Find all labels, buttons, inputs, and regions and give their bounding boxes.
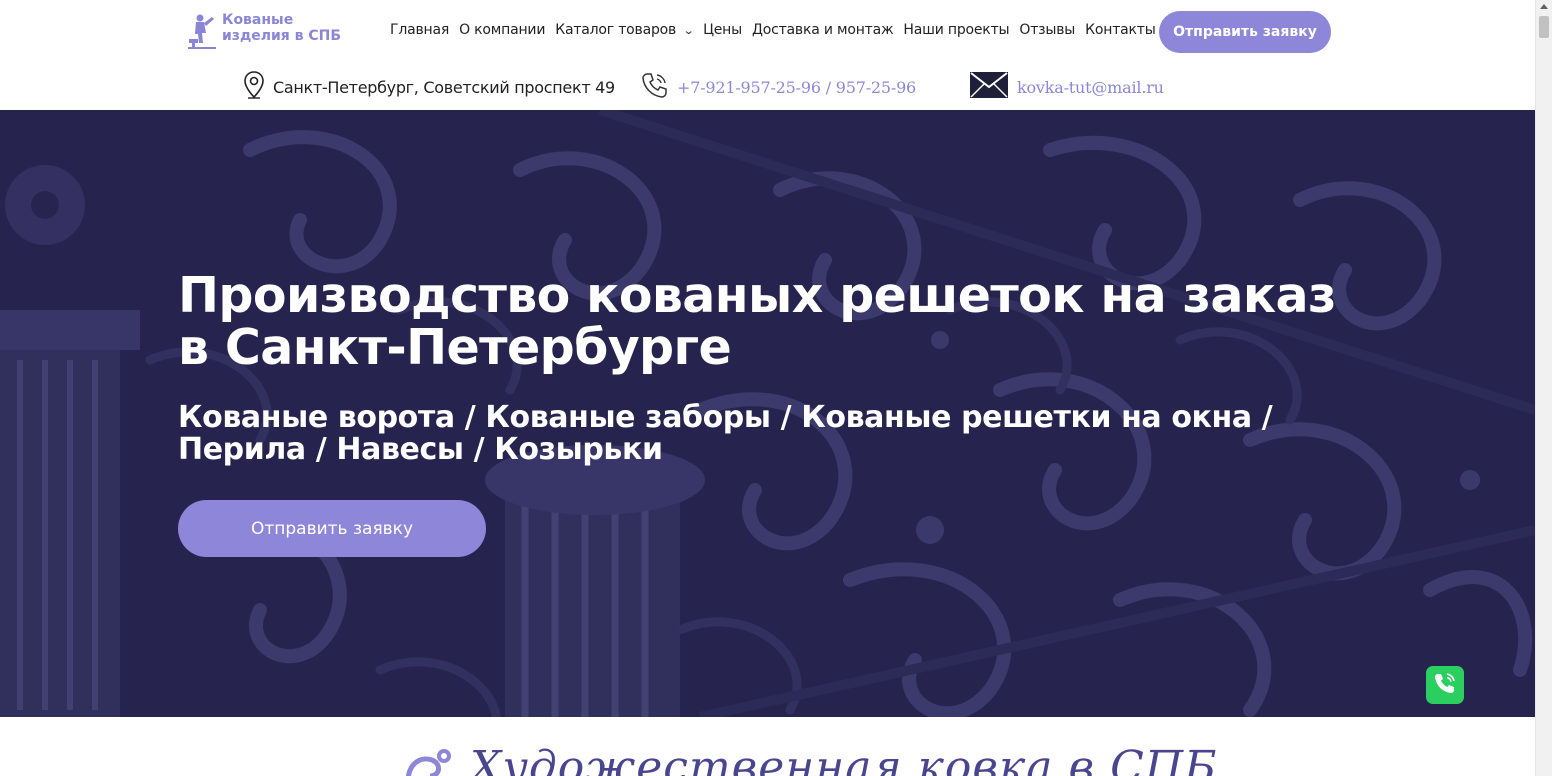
- section-heading: Художественная ковка в СПБ: [400, 742, 1217, 776]
- chevron-down-icon: ⌄: [682, 24, 695, 37]
- page-scrollbar[interactable]: [1535, 0, 1552, 776]
- nav-item-reviews[interactable]: Отзывы: [1019, 22, 1075, 38]
- email-text[interactable]: kovka-tut@mail.ru: [1017, 78, 1164, 97]
- submit-request-button-header[interactable]: Отправить заявку: [1159, 11, 1331, 53]
- scroll-up-arrow-icon[interactable]: [1540, 4, 1548, 9]
- location-pin-icon: [243, 70, 265, 105]
- address-text: Санкт-Петербург, Советский проспект 49: [273, 77, 615, 97]
- site-header: Кованые изделия в СПБ Главная О компании…: [0, 0, 1535, 110]
- nav-item-catalog-label: Каталог товаров: [555, 22, 677, 38]
- address-block: Санкт-Петербург, Советский проспект 49: [243, 70, 615, 105]
- hero-subtitle: Кованые ворота / Кованые заборы / Кованы…: [178, 400, 1273, 467]
- nav-item-delivery[interactable]: Доставка и монтаж: [752, 22, 894, 38]
- nav-item-projects[interactable]: Наши проекты: [903, 22, 1009, 38]
- phone-text[interactable]: +7-921-957-25-96 / 957-25-96: [677, 78, 916, 97]
- envelope-icon: [969, 71, 1009, 104]
- hero-title: Производство кованых решеток на заказ в …: [178, 267, 1336, 376]
- nav-item-contacts[interactable]: Контакты: [1085, 22, 1156, 38]
- logo-line-1: Кованые: [222, 12, 294, 28]
- logo-line-2: изделия в СПБ: [222, 28, 342, 44]
- nav-item-catalog[interactable]: Каталог товаров ⌄: [555, 22, 695, 38]
- logo-text: Кованые изделия в СПБ: [222, 13, 341, 44]
- phone-ringing-icon: [1433, 671, 1457, 700]
- call-button[interactable]: [1426, 666, 1464, 704]
- nav-item-home[interactable]: Главная: [390, 22, 449, 38]
- contact-bar: Санкт-Петербург, Советский проспект 49 +…: [0, 70, 1535, 105]
- logo[interactable]: Кованые изделия в СПБ: [186, 13, 341, 49]
- submit-request-button-hero[interactable]: Отправить заявку: [178, 500, 486, 557]
- email-block[interactable]: kovka-tut@mail.ru: [969, 71, 1164, 104]
- section-heading-text: Художественная ковка в СПБ: [470, 742, 1218, 776]
- hero-section: Производство кованых решеток на заказ в …: [0, 110, 1535, 717]
- phone-block[interactable]: +7-921-957-25-96 / 957-25-96: [641, 72, 916, 102]
- scroll-thumb[interactable]: [1539, 16, 1549, 38]
- blacksmith-logo-icon: [186, 13, 218, 49]
- nav-item-about[interactable]: О компании: [459, 22, 545, 38]
- ornament-icon: [400, 742, 456, 776]
- main-nav: Главная О компании Каталог товаров ⌄ Цены…: [390, 22, 1156, 38]
- phone-icon: [641, 71, 669, 104]
- nav-item-prices[interactable]: Цены: [703, 22, 742, 38]
